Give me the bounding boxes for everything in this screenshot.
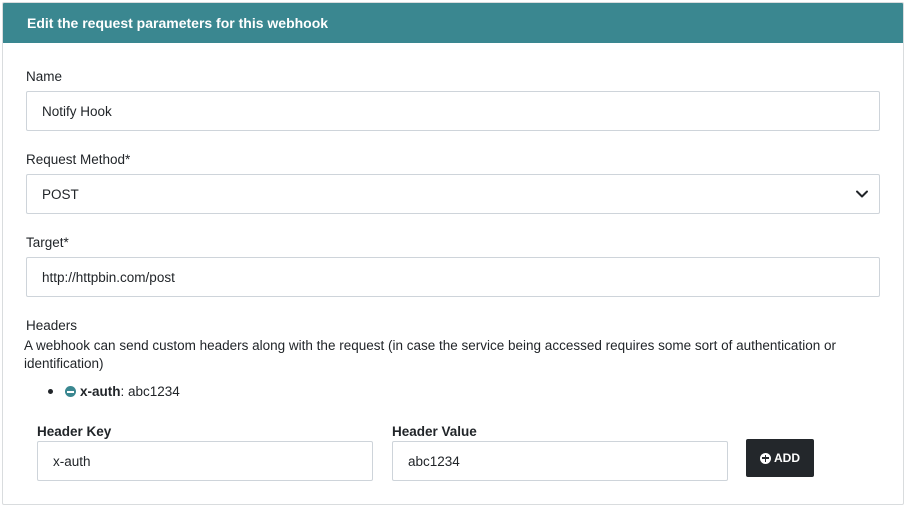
header-value-input-value: abc1234 [408, 453, 460, 469]
panel-title: Edit the request parameters for this web… [3, 3, 903, 43]
plus-circle-icon [760, 452, 771, 464]
headers-label: Headers [26, 318, 78, 333]
header-list-item: x-auth: abc1234 [48, 384, 180, 399]
name-input[interactable]: Notify Hook [26, 91, 880, 131]
target-label: Target* [26, 235, 69, 250]
header-key-input[interactable]: x-auth [37, 441, 373, 481]
minus-circle-icon[interactable] [65, 386, 76, 397]
add-button-label: ADD [774, 451, 800, 465]
bullet [48, 389, 53, 394]
header-item-key: x-auth [80, 384, 121, 399]
name-label: Name [26, 69, 63, 84]
target-input-value: http://httpbin.com/post [42, 269, 175, 285]
header-item-value: abc1234 [124, 384, 180, 399]
request-method-select[interactable]: POST [26, 174, 880, 214]
chevron-down-icon [856, 190, 868, 198]
header-key-input-value: x-auth [53, 453, 91, 469]
header-key-label: Header Key [37, 424, 112, 439]
header-value-label: Header Value [392, 424, 477, 439]
headers-help-text: A webhook can send custom headers along … [24, 338, 836, 371]
add-header-button[interactable]: ADD [746, 439, 814, 477]
name-input-value: Notify Hook [42, 103, 112, 119]
header-value-input[interactable]: abc1234 [392, 441, 728, 481]
request-method-label: Request Method* [26, 152, 131, 167]
target-input[interactable]: http://httpbin.com/post [26, 257, 880, 297]
request-method-value: POST [42, 186, 79, 202]
